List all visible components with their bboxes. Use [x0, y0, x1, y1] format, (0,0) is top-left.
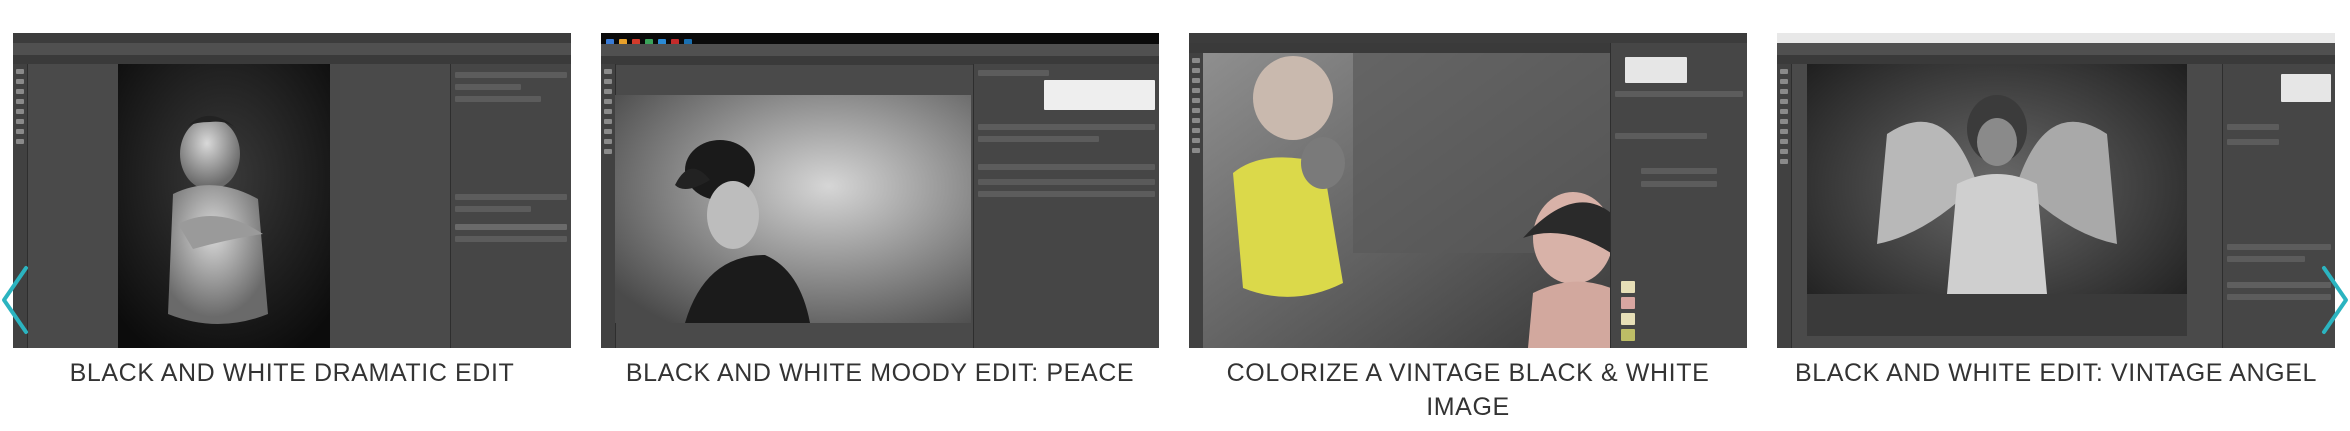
card-caption[interactable]: BLACK AND WHITE EDIT: VINTAGE ANGEL [1777, 356, 2335, 390]
windows-taskbar [601, 33, 1159, 46]
tutorial-thumbnail[interactable] [601, 33, 1159, 348]
vintage-children-image [1203, 53, 1611, 348]
photoshop-toolbar [1777, 64, 1792, 348]
photoshop-document-tabs [1777, 55, 2335, 64]
photoshop-toolbar [1189, 53, 1204, 348]
carousel-card[interactable]: COLORIZE A VINTAGE BLACK & WHITE IMAGE [1189, 33, 1747, 424]
carousel-card[interactable]: BLACK AND WHITE DRAMATIC EDIT [13, 33, 571, 390]
vintage-angel-image [1807, 64, 2187, 336]
card-caption[interactable]: BLACK AND WHITE MOODY EDIT: PEACE [601, 356, 1159, 390]
photoshop-panels [1610, 43, 1747, 348]
photoshop-document-tabs [13, 55, 571, 64]
chevron-left-icon [2, 266, 28, 334]
girl-portrait-image [615, 95, 971, 323]
photoshop-panels [450, 64, 571, 348]
carousel-card[interactable]: BLACK AND WHITE MOODY EDIT: PEACE [601, 33, 1159, 390]
boy-portrait-image [118, 64, 330, 348]
photoshop-panels [973, 64, 1159, 348]
tutorial-thumbnail[interactable] [13, 33, 571, 348]
carousel-prev-button[interactable] [0, 265, 40, 335]
chevron-right-icon [2322, 266, 2348, 334]
card-caption[interactable]: COLORIZE A VINTAGE BLACK & WHITE IMAGE [1189, 356, 1747, 424]
tutorial-thumbnail[interactable] [1777, 33, 2335, 348]
carousel-card[interactable]: BLACK AND WHITE EDIT: VINTAGE ANGEL [1777, 33, 2335, 390]
tutorial-thumbnail[interactable] [1189, 33, 1747, 348]
card-caption[interactable]: BLACK AND WHITE DRAMATIC EDIT [13, 356, 571, 390]
carousel-next-button[interactable] [2310, 265, 2350, 335]
photoshop-toolbar [601, 64, 616, 348]
tutorial-carousel: BLACK AND WHITE DRAMATIC EDIT BLACK AND … [0, 0, 2350, 431]
